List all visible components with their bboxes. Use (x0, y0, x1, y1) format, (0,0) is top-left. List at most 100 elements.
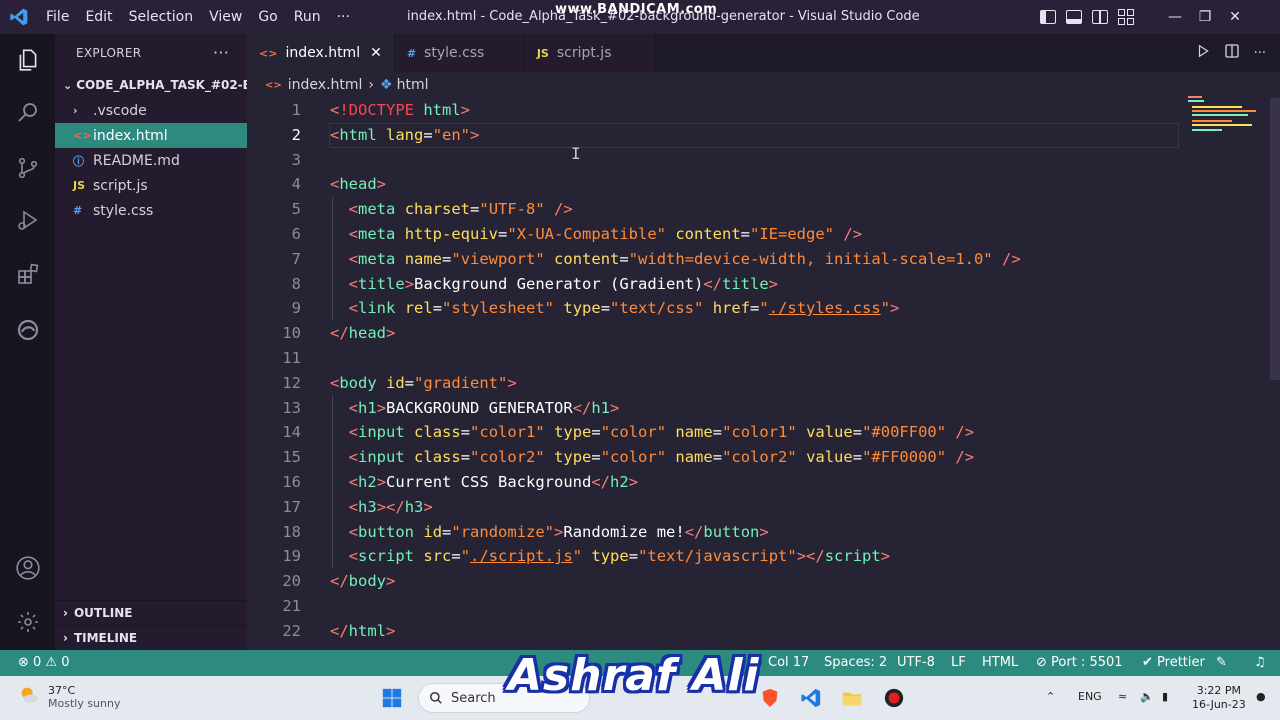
code-line[interactable]: 9 <link rel="stylesheet" type="text/css"… (247, 296, 1280, 321)
code-line[interactable]: 21 (247, 594, 1280, 619)
problems-indicator[interactable]: ⊗ 0 ⚠ 0 (18, 655, 70, 670)
notification-center-icon[interactable]: ● (1256, 690, 1266, 703)
file-item-label: index.html (93, 127, 168, 144)
run-icon[interactable] (1196, 44, 1210, 62)
timeline-panel[interactable]: › TIMELINE (55, 625, 247, 649)
run-debug-icon[interactable] (0, 196, 55, 244)
code-line[interactable]: 22 </html> (247, 619, 1280, 644)
menu-item[interactable]: ··· (329, 9, 358, 25)
speaker-icon[interactable]: 🔈 (1140, 690, 1154, 703)
code-token: < (348, 274, 359, 293)
code-line[interactable]: 14 <input class="color1" type="color" na… (247, 420, 1280, 445)
explorer-icon[interactable] (0, 36, 55, 84)
line-number: 16 (282, 473, 301, 491)
toggle-panel-icon[interactable] (1066, 10, 1082, 24)
customize-layout-icon[interactable] (1118, 9, 1134, 25)
more-actions-icon[interactable]: ··· (213, 43, 229, 62)
code-line[interactable]: 3 (247, 148, 1280, 173)
source-control-icon[interactable] (0, 144, 55, 192)
breadcrumb-file[interactable]: index.html (288, 77, 363, 93)
edge-browser-icon[interactable] (0, 306, 55, 354)
chevron-up-icon[interactable]: ⌃ (1046, 690, 1055, 703)
prettier-status[interactable]: ✔ Prettier (1142, 655, 1205, 670)
code-token: meta (358, 200, 396, 219)
language-mode[interactable]: HTML (982, 655, 1018, 670)
live-server-port[interactable]: ⊘ Port : 5501 (1036, 655, 1123, 670)
code-editor[interactable]: 1 <!DOCTYPE html> 2 <html lang="en"> 3 4 <head… (247, 98, 1280, 650)
minimize-icon[interactable]: — (1160, 9, 1190, 25)
indentation[interactable]: Spaces: 2 (824, 655, 887, 670)
vscode-logo-icon[interactable] (0, 0, 38, 34)
file-item[interactable]: › .vscode (55, 98, 247, 123)
editor-tab[interactable]: JS script.js (524, 34, 655, 72)
project-folder-name: CODE_ALPHA_TASK_#02-B... (76, 78, 247, 92)
more-actions-icon[interactable]: ··· (1254, 46, 1266, 61)
code-text: <html lang="en"> (330, 123, 479, 148)
menu-item[interactable]: Selection (121, 9, 202, 25)
feedback-icon[interactable]: ✎ (1216, 655, 1227, 670)
code-token: = (591, 423, 601, 442)
code-line[interactable]: 6 <meta http-equiv="X-UA-Compatible" con… (247, 222, 1280, 247)
input-language[interactable]: ENG (1078, 690, 1102, 703)
code-line[interactable]: 7 <meta name="viewport" content="width=d… (247, 247, 1280, 272)
screen-recorder-icon[interactable] (880, 684, 908, 712)
notifications-bell-icon[interactable]: ♫ (1254, 655, 1266, 670)
close-window-icon[interactable]: ✕ (1220, 9, 1250, 25)
wifi-icon[interactable]: ≈ (1118, 690, 1127, 703)
menu-item[interactable]: Edit (77, 9, 120, 25)
vscode-taskbar-icon[interactable] (797, 684, 825, 712)
editor-tab[interactable]: # style.css (394, 34, 525, 72)
file-item[interactable]: ⓘ README.md (55, 148, 247, 173)
code-line[interactable]: 2 <html lang="en"> (247, 122, 1280, 148)
code-line[interactable]: 8 <title>Background Generator (Gradient)… (247, 272, 1280, 297)
line-ending[interactable]: LF (951, 655, 966, 670)
code-line[interactable]: 19 <script src="./script.js" type="text/… (247, 544, 1280, 569)
windows-start-icon[interactable] (378, 684, 406, 712)
menu-item[interactable]: Run (286, 9, 329, 25)
line-number: 22 (282, 621, 301, 640)
code-line[interactable]: 15 <input class="color2" type="color" na… (247, 445, 1280, 470)
outline-panel[interactable]: › OUTLINE (55, 600, 247, 624)
code-line[interactable]: 13 <h1>BACKGROUND GENERATOR</h1> (247, 396, 1280, 421)
file-item[interactable]: # style.css (55, 198, 247, 223)
code-line[interactable]: 1 <!DOCTYPE html> (247, 98, 1280, 123)
split-editor-icon[interactable] (1224, 43, 1240, 63)
code-line[interactable]: 17 <h3></h3> (247, 495, 1280, 520)
menu-item[interactable]: Go (250, 9, 285, 25)
system-clock[interactable]: 3:22 PM 16-Jun-23 (1192, 684, 1246, 712)
toggle-secondary-sidebar-icon[interactable] (1092, 10, 1108, 24)
code-line[interactable]: 12 <body id="gradient"> (247, 371, 1280, 396)
brave-browser-icon[interactable] (756, 684, 784, 712)
restore-icon[interactable]: ❐ (1190, 9, 1220, 25)
code-line[interactable]: 10 </head> (247, 321, 1280, 346)
minimap[interactable] (1188, 96, 1268, 136)
code-line[interactable]: 11 (247, 346, 1280, 371)
breadcrumb-node[interactable]: html (397, 77, 429, 93)
file-explorer-icon[interactable] (838, 684, 866, 712)
settings-gear-icon[interactable] (0, 598, 55, 646)
code-line[interactable]: 18 <button id="randomize">Randomize me!<… (247, 520, 1280, 545)
file-item[interactable]: JS script.js (55, 173, 247, 198)
editor-tab[interactable]: <> index.html ✕ (247, 34, 395, 72)
code-line[interactable]: 20 </body> (247, 569, 1280, 594)
code-line[interactable]: 4 <head> (247, 172, 1280, 197)
encoding[interactable]: UTF-8 (897, 655, 935, 670)
cursor-position[interactable]: Col 17 (768, 655, 809, 670)
weather-widget[interactable]: 37°C Mostly sunny (18, 684, 120, 710)
toggle-sidebar-icon[interactable] (1040, 10, 1056, 24)
search-icon[interactable] (0, 88, 55, 136)
file-item[interactable]: <> index.html (55, 123, 247, 148)
line-number: 1 (291, 101, 301, 119)
vertical-scrollbar[interactable] (1270, 98, 1280, 380)
menu-item[interactable]: File (38, 9, 77, 25)
accounts-icon[interactable] (0, 544, 55, 592)
code-line[interactable]: 16 <h2>Current CSS Background</h2> (247, 470, 1280, 495)
project-folder[interactable]: ⌄ CODE_ALPHA_TASK_#02-B... (55, 72, 247, 98)
menu-item[interactable]: View (201, 9, 250, 25)
extensions-icon[interactable] (0, 250, 55, 298)
code-line[interactable]: 5 <meta charset="UTF-8" /> (247, 197, 1280, 222)
close-tab-icon[interactable]: ✕ (370, 45, 382, 61)
battery-icon[interactable]: ▮ (1162, 690, 1168, 703)
